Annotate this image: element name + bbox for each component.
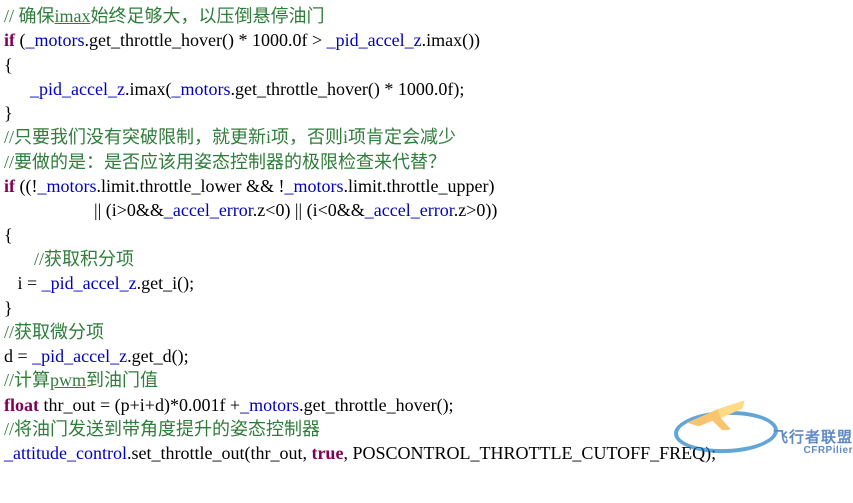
code: .get_throttle_hover() * 1000.0f); [230,79,464,99]
code-line-if1: if (_motors.get_throttle_hover() * 1000.… [4,28,849,52]
code: .limit.throttle_lower && ! [97,176,285,196]
brace-close: } [4,296,849,320]
comment-line-5: //获取微分项 [4,320,849,344]
comment-text: 始终足够大，以压倒悬停油门 [91,6,325,26]
code: , POSCONTROL_THROTTLE_CUTOFF_FREQ); [343,443,716,463]
field-pid: _pid_accel_z [327,30,422,50]
code-line-if2b: || (i>0&&_accel_error.z<0) || (i<0&&_acc… [4,198,849,222]
comment-text: //计算 [4,370,50,390]
field-pid: _pid_accel_z [32,346,127,366]
keyword-float: float [4,395,39,415]
keyword-true: true [311,443,343,463]
comment-line-3: //要做的是：是否应该用姿态控制器的极限检查来代替？ [4,150,849,174]
comment-text-u: imax [55,6,91,26]
code: || (i>0&& [94,200,164,220]
code: ((! [15,176,37,196]
code: ( [15,30,26,50]
code: .get_i(); [137,273,194,293]
code: .get_throttle_hover() * 1000.0f > [85,30,327,50]
field-motors: _motors [240,395,299,415]
code [4,273,18,293]
code: i = [18,273,42,293]
code-line-imax: _pid_accel_z.imax(_motors.get_throttle_h… [4,77,849,101]
code-line-setthrottle: _attitude_control.set_throttle_out(thr_o… [4,441,849,465]
code: .get_d(); [127,346,188,366]
comment-text-u: pwm [50,370,86,390]
code: .z>0)) [454,200,498,220]
code-line-geti: i = _pid_accel_z.get_i(); [4,271,849,295]
brace-open: { [4,53,849,77]
code: .set_throttle_out(thr_out, [127,443,311,463]
field-attitude: _attitude_control [4,443,127,463]
comment-line-2: //只要我们没有突破限制，就更新i项，否则i项肯定会减少 [4,125,849,149]
brace-open: { [4,223,849,247]
field-motors: _motors [171,79,230,99]
keyword-if: if [4,176,15,196]
comment-text: // 确保 [4,6,55,26]
comment-line-7: //将油门发送到带角度提升的姿态控制器 [4,417,849,441]
code-line-throut: float thr_out = (p+i+d)*0.001f +_motors.… [4,393,849,417]
code: d = [4,346,32,366]
code-line-getd: d = _pid_accel_z.get_d(); [4,344,849,368]
field-motors: _motors [37,176,96,196]
field-motors: _motors [284,176,343,196]
code: .z<0) || (i<0&& [253,200,365,220]
comment-line-6: //计算pwm到油门值 [4,368,849,392]
comment-line-4: //获取积分项 [4,247,849,271]
code: .imax()) [422,30,480,50]
code: thr_out = (p+i+d)*0.001f + [39,395,240,415]
brace-close: } [4,101,849,125]
field-accel: _accel_error [365,200,454,220]
code-line-if2: if ((!_motors.limit.throttle_lower && !_… [4,174,849,198]
field-accel: _accel_error [164,200,253,220]
keyword-if: if [4,30,15,50]
comment-line-1: // 确保imax始终足够大，以压倒悬停油门 [4,4,849,28]
field-pid: _pid_accel_z [42,273,137,293]
code: .limit.throttle_upper) [344,176,495,196]
comment-text: 到油门值 [86,370,158,390]
code: .imax( [125,79,172,99]
field-motors: _motors [26,30,85,50]
code: .get_throttle_hover(); [299,395,453,415]
field-pid: _pid_accel_z [30,79,125,99]
